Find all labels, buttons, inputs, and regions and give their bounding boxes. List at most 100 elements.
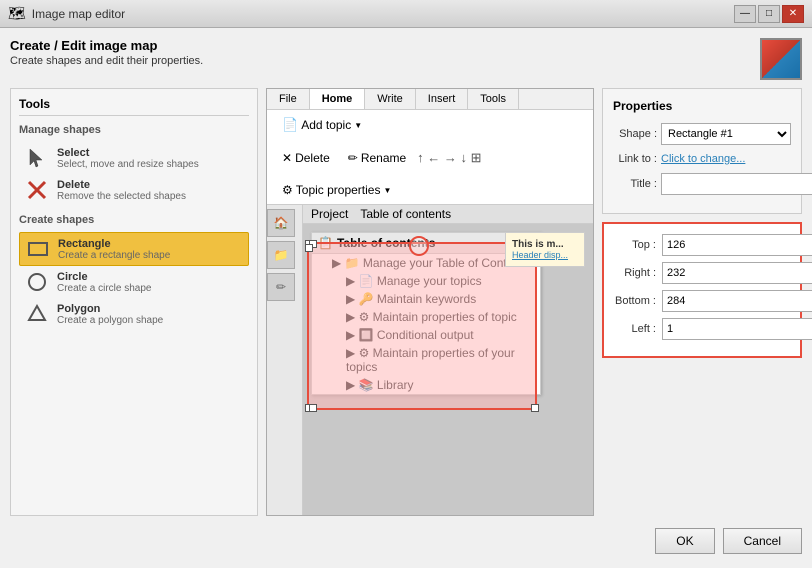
add-topic-button[interactable]: 📄 Add topic ▼ <box>275 114 369 136</box>
right-row: Right : ▲ ▼ <box>614 262 790 284</box>
tools-panel-title: Tools <box>19 97 249 116</box>
rename-button[interactable]: ✏ Rename <box>341 148 413 168</box>
right-input[interactable] <box>663 263 812 283</box>
rename-label: Rename <box>361 151 406 165</box>
topic-properties-button[interactable]: ⚙ Topic properties ▼ <box>275 180 398 200</box>
preview-title: This is m... <box>512 239 578 250</box>
handle-br[interactable] <box>531 404 539 412</box>
titlebar-controls: — □ ✕ <box>734 5 804 23</box>
rectangle-tool-text: Rectangle Create a rectangle shape <box>58 238 170 261</box>
add-topic-dropdown-icon: ▼ <box>354 121 362 130</box>
link-row: Link to : Click to change... <box>613 153 791 165</box>
delete-ribbon-button[interactable]: ✕ Delete <box>275 148 337 168</box>
tab-write[interactable]: Write <box>365 89 415 109</box>
delete-icon <box>25 178 49 202</box>
app-icon: 🗺 <box>8 5 26 22</box>
circle-tool[interactable]: Circle Create a circle shape <box>19 266 249 298</box>
header-icon <box>760 38 802 80</box>
ribbon-group-1: 📄 Add topic ▼ <box>275 114 369 136</box>
polygon-desc: Create a polygon shape <box>57 315 163 326</box>
right-label: Right : <box>614 267 662 279</box>
add-topic-label: Add topic <box>301 118 351 132</box>
close-button[interactable]: ✕ <box>782 5 804 23</box>
cancel-button[interactable]: Cancel <box>723 528 802 554</box>
polygon-name: Polygon <box>57 303 163 315</box>
main-container: Create / Edit image map Create shapes an… <box>0 28 812 568</box>
tab-file[interactable]: File <box>267 89 310 109</box>
left-label: Left : <box>614 323 662 335</box>
topic-props-icon: ⚙ <box>282 183 293 197</box>
shape-select[interactable]: Rectangle #1 <box>661 123 791 145</box>
select-tool[interactable]: Select Select, move and resize shapes <box>19 142 249 174</box>
right-panel: Properties Shape : Rectangle #1 Link to … <box>602 88 802 516</box>
add-topic-icon: 📄 <box>282 117 298 133</box>
header-title: Create / Edit image map <box>10 38 203 53</box>
top-input-wrap: ▲ ▼ <box>662 234 812 256</box>
header-subtitle: Create shapes and edit their properties. <box>10 55 203 67</box>
delete-desc: Remove the selected shapes <box>57 191 186 202</box>
shape-label: Shape : <box>613 128 657 140</box>
header-text: Create / Edit image map Create shapes an… <box>10 38 203 67</box>
properties-title: Properties <box>613 99 791 113</box>
top-label: Top : <box>614 239 662 251</box>
cursor-icon <box>25 146 49 170</box>
handle-bm[interactable] <box>309 404 317 412</box>
ribbon: 📄 Add topic ▼ ✕ Delete ✏ Rename ↑ ← → ↓ … <box>267 110 593 205</box>
left-input[interactable] <box>663 319 812 339</box>
titlebar-left: 🗺 Image map editor <box>8 5 125 22</box>
title-label: Title : <box>613 178 657 190</box>
tab-tools[interactable]: Tools <box>468 89 519 109</box>
circle-icon <box>25 270 49 294</box>
maximize-button[interactable]: □ <box>758 5 780 23</box>
polygon-icon <box>25 302 49 326</box>
delete-ribbon-icon: ✕ <box>282 151 292 165</box>
titlebar-title: Image map editor <box>32 7 125 21</box>
right-content-preview: This is m... Header disp... <box>505 232 585 267</box>
minimize-button[interactable]: — <box>734 5 756 23</box>
titlebar: 🗺 Image map editor — □ ✕ <box>0 0 812 28</box>
circle-marker <box>409 236 429 256</box>
rectangle-name: Rectangle <box>58 238 170 250</box>
delete-tool[interactable]: Delete Remove the selected shapes <box>19 174 249 206</box>
top-row: Top : ▲ ▼ <box>614 234 790 256</box>
canvas-main: 📋 Table of contents 📌 ▶ 📁 Manage your Ta… <box>303 224 593 516</box>
create-shapes-title: Create shapes <box>19 214 249 226</box>
tab-insert[interactable]: Insert <box>416 89 469 109</box>
selection-rectangle <box>307 242 537 410</box>
properties-box: Properties Shape : Rectangle #1 Link to … <box>602 88 802 214</box>
handle-ml[interactable] <box>305 244 313 252</box>
bottom-input[interactable] <box>663 291 812 311</box>
ribbon-arrows: ↑ ← → ↓ ⊞ <box>417 150 481 166</box>
canvas-sidebar: 🏠 📁 ✏ <box>267 205 303 516</box>
canvas-inner: 🏠 📁 ✏ Project Table of contents <box>267 205 593 516</box>
rename-icon: ✏ <box>348 151 358 165</box>
link-value[interactable]: Click to change... <box>661 153 745 165</box>
link-label: Link to : <box>613 153 657 165</box>
circle-desc: Create a circle shape <box>57 283 152 294</box>
sidebar-icon-3[interactable]: ✏ <box>267 273 295 301</box>
select-desc: Select, move and resize shapes <box>57 159 199 170</box>
sidebar-icon-1[interactable]: 🏠 <box>267 209 295 237</box>
circle-tool-text: Circle Create a circle shape <box>57 271 152 294</box>
canvas-area: File Home Write Insert Tools 📄 Add topic… <box>266 88 594 516</box>
rectangle-tool[interactable]: Rectangle Create a rectangle shape <box>19 232 249 266</box>
header: Create / Edit image map Create shapes an… <box>10 38 802 80</box>
ok-button[interactable]: OK <box>655 528 714 554</box>
delete-name: Delete <box>57 179 186 191</box>
polygon-tool[interactable]: Polygon Create a polygon shape <box>19 298 249 330</box>
title-input[interactable] <box>661 173 812 195</box>
shape-row: Shape : Rectangle #1 <box>613 123 791 145</box>
rectangle-desc: Create a rectangle shape <box>58 250 170 261</box>
nav-project[interactable]: Project <box>311 207 348 221</box>
bottom-bar: OK Cancel <box>10 524 802 558</box>
tab-home[interactable]: Home <box>310 89 366 109</box>
rectangle-icon <box>26 237 50 261</box>
bottom-input-wrap: ▲ ▼ <box>662 290 812 312</box>
nav-toc[interactable]: Table of contents <box>360 207 451 221</box>
top-input[interactable] <box>663 235 812 255</box>
nav-bar: Project Table of contents <box>303 205 593 224</box>
sidebar-icon-2[interactable]: 📁 <box>267 241 295 269</box>
delete-tool-text: Delete Remove the selected shapes <box>57 179 186 202</box>
topic-props-dropdown-icon: ▼ <box>383 186 391 195</box>
manage-shapes-title: Manage shapes <box>19 124 249 136</box>
